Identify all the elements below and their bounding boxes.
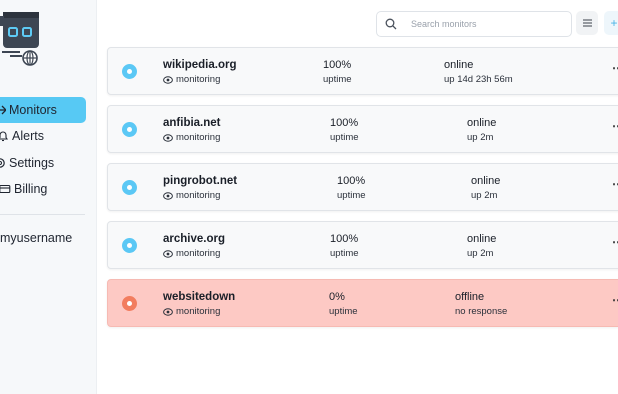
monitor-mode-label: monitoring [176, 132, 221, 143]
uptime-value: 100% [330, 233, 359, 245]
plus-icon: + [610, 16, 618, 30]
uptime-label: uptime [330, 132, 359, 143]
monitor-mode: monitoring [163, 190, 220, 201]
more-options-icon[interactable]: ⋯ [612, 293, 618, 307]
eye-icon [163, 249, 173, 258]
sidebar-divider [0, 214, 85, 215]
status-detail: up 2m [471, 190, 498, 201]
monitor-card[interactable]: archive.org monitoring 100% uptime onlin… [107, 221, 618, 269]
monitor-mode: monitoring [163, 132, 220, 143]
monitor-card[interactable]: pingrobot.net monitoring 100% uptime onl… [107, 163, 618, 211]
status-value: online [467, 233, 497, 245]
sidebar-item-label: Monitors [9, 103, 57, 117]
uptime-value: 100% [337, 175, 366, 187]
search-icon [385, 18, 397, 30]
status-detail: up 2m [467, 248, 494, 259]
monitor-mode-label: monitoring [176, 306, 221, 317]
sidebar-item-monitors[interactable]: Monitors [0, 97, 86, 123]
status-indicator [122, 180, 137, 195]
sidebar-item-billing[interactable]: Billing [0, 176, 47, 202]
monitor-name[interactable]: pingrobot.net [163, 175, 237, 187]
gear-icon [0, 157, 6, 169]
sidebar-item-alerts[interactable]: Alerts [0, 123, 44, 149]
uptime-value: 100% [323, 59, 352, 71]
monitor-mode-label: monitoring [176, 248, 221, 259]
user-name[interactable]: myusername [0, 231, 72, 245]
monitor-mode: monitoring [163, 306, 220, 317]
more-options-icon[interactable]: ⋯ [612, 235, 618, 249]
sidebar-item-label: Billing [14, 182, 48, 196]
status-detail: up 14d 23h 56m [444, 74, 513, 85]
monitor-mode: monitoring [163, 248, 220, 259]
status-indicator [122, 64, 137, 79]
eye-icon [163, 191, 173, 200]
monitor-card[interactable]: wikipedia.org monitoring 100% uptime onl… [107, 47, 618, 95]
monitor-mode-label: monitoring [176, 190, 221, 201]
monitor-name[interactable]: anfibia.net [163, 117, 221, 129]
status-value: online [444, 59, 474, 71]
status-detail: no response [455, 306, 508, 317]
more-options-icon[interactable]: ⋯ [612, 119, 618, 133]
status-indicator [122, 122, 137, 137]
add-monitor-button[interactable]: + [604, 11, 618, 35]
status-value: online [471, 175, 501, 187]
uptime-label: uptime [323, 74, 352, 85]
search-box[interactable] [376, 11, 572, 37]
sidebar: Monitors Alerts Settings Billing myusern… [0, 0, 97, 394]
robot-logo-icon [0, 12, 39, 66]
uptime-label: uptime [329, 306, 358, 317]
status-value: online [467, 117, 497, 129]
uptime-value: 100% [330, 117, 359, 129]
uptime-label: uptime [337, 190, 366, 201]
monitor-mode-label: monitoring [176, 74, 221, 85]
monitor-name[interactable]: archive.org [163, 233, 225, 245]
sidebar-item-label: Alerts [12, 129, 44, 143]
uptime-value: 0% [329, 291, 345, 303]
monitor-name[interactable]: wikipedia.org [163, 59, 237, 71]
monitors-icon [0, 104, 6, 116]
eye-icon [163, 133, 173, 142]
status-indicator [122, 238, 137, 253]
bell-icon [0, 130, 9, 142]
eye-icon [163, 307, 173, 316]
monitor-mode: monitoring [163, 74, 220, 85]
status-indicator [122, 296, 137, 311]
more-options-icon[interactable]: ⋯ [612, 61, 618, 75]
sidebar-item-settings[interactable]: Settings [0, 150, 54, 176]
search-input[interactable] [409, 18, 553, 30]
monitor-card[interactable]: websitedown monitoring 0% uptime offline… [107, 279, 618, 327]
eye-icon [163, 75, 173, 84]
sidebar-item-label: Settings [9, 156, 55, 170]
more-options-icon[interactable]: ⋯ [612, 177, 618, 191]
monitor-card[interactable]: anfibia.net monitoring 100% uptime onlin… [107, 105, 618, 153]
credit-card-icon [0, 183, 11, 195]
monitor-name[interactable]: websitedown [163, 291, 235, 303]
status-detail: up 2m [467, 132, 494, 143]
hamburger-menu-icon [582, 19, 592, 27]
status-value: offline [455, 291, 485, 303]
menu-button[interactable] [576, 11, 598, 35]
uptime-label: uptime [330, 248, 359, 259]
